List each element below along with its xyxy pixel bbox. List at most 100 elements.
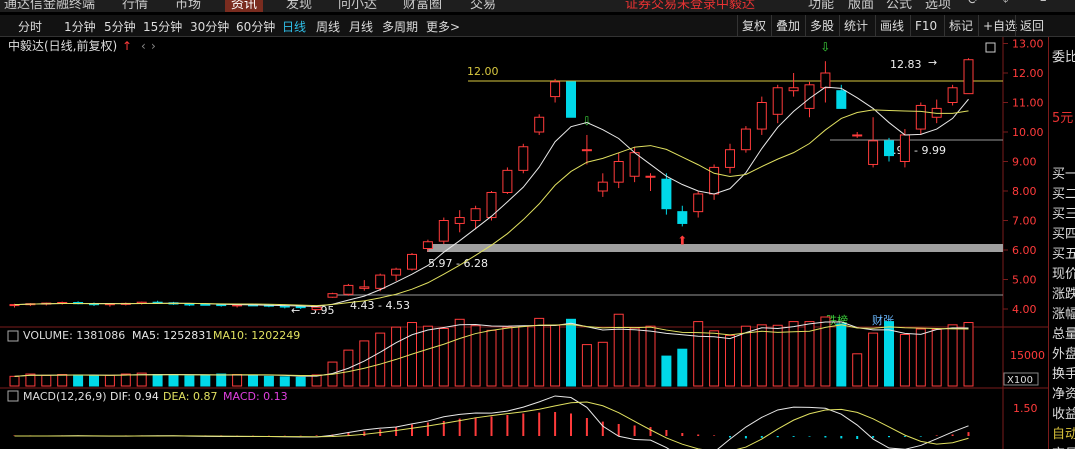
side-label: 现价 [1052, 267, 1075, 282]
candle[interactable] [884, 140, 894, 157]
period-1min[interactable]: 1分钟 [64, 18, 96, 35]
period-30min[interactable]: 30分钟 [190, 18, 229, 35]
candle[interactable] [566, 81, 576, 118]
candle[interactable] [725, 149, 735, 168]
candle[interactable] [200, 303, 211, 306]
candle[interactable] [820, 72, 831, 89]
candle[interactable] [915, 104, 926, 130]
period-more[interactable]: 更多> [426, 18, 460, 35]
chevron-right-icon[interactable]: › [151, 39, 156, 53]
period-60min[interactable]: 60分钟 [236, 18, 275, 35]
pin-icon[interactable]: ⌖ [1002, 0, 1009, 8]
candle[interactable] [677, 211, 688, 224]
candle[interactable] [597, 181, 608, 192]
volume-bar [693, 321, 704, 387]
macd-dea: DEA: 0.87 [163, 390, 217, 403]
gap2-label: 5.97 - 6.28 [428, 257, 488, 270]
candle[interactable] [899, 134, 910, 162]
overlay-button[interactable]: 叠加 [771, 15, 804, 37]
period-weekly[interactable]: 周线 [316, 18, 340, 35]
volume-bar [629, 327, 640, 387]
period-15min[interactable]: 15分钟 [143, 18, 182, 35]
candle[interactable] [454, 217, 465, 224]
gap-band-1 [427, 244, 1003, 252]
candle[interactable] [422, 241, 433, 250]
candle[interactable] [534, 116, 545, 133]
candle[interactable] [391, 268, 402, 276]
menu-trade[interactable]: 交易 [470, 0, 496, 12]
candle[interactable] [502, 169, 513, 193]
period-fenshi[interactable]: 分时 [18, 18, 42, 35]
menu-news[interactable]: 资讯 [225, 0, 264, 12]
volume-bar [709, 330, 720, 387]
side-label: 涨跌 [1052, 287, 1075, 302]
period-monthly[interactable]: 月线 [349, 18, 373, 35]
f10-button[interactable]: F10 [910, 15, 941, 37]
volume-bar [41, 374, 52, 387]
period-daily[interactable]: 日线 [282, 18, 306, 35]
menu-market2[interactable]: 市场 [175, 0, 201, 12]
login-notice[interactable]: 证券交易未登录 [625, 0, 716, 12]
candle[interactable] [852, 134, 863, 137]
candle[interactable] [359, 286, 370, 289]
adjust-button[interactable]: 复权 [737, 15, 770, 37]
volume-bar [184, 375, 195, 387]
candle[interactable] [868, 140, 879, 165]
candle[interactable] [581, 149, 592, 152]
macd-label: MACD(12,26,9) [23, 390, 107, 403]
side-label: 净资 [1052, 387, 1075, 402]
back-button[interactable]: 返回 [1015, 15, 1048, 37]
menu-market[interactable]: 行情 [122, 0, 148, 12]
candle[interactable] [836, 90, 847, 109]
candle[interactable] [740, 128, 751, 151]
period-multi[interactable]: 多周期 [382, 18, 418, 35]
candle[interactable] [772, 87, 783, 115]
candle[interactable] [343, 284, 354, 295]
menu-fortune[interactable]: 财富圈 [403, 0, 442, 12]
volume-bar [661, 355, 672, 387]
candle[interactable] [407, 253, 417, 270]
candle[interactable] [550, 81, 561, 98]
candle[interactable] [788, 87, 799, 92]
refresh-icon[interactable]: ⟳ [968, 0, 979, 8]
candle[interactable] [518, 146, 529, 171]
candle[interactable] [963, 59, 974, 95]
stats-button[interactable]: 统计 [839, 15, 872, 37]
menu-wenxiaoda[interactable]: 问小达 [338, 0, 377, 12]
volume-bar [359, 340, 370, 387]
candle[interactable] [375, 274, 386, 289]
candle[interactable] [645, 175, 656, 178]
mark-button[interactable]: 标记 [944, 15, 977, 37]
menu-discover[interactable]: 发现 [286, 0, 312, 12]
candle[interactable] [295, 306, 306, 309]
chevron-left-icon[interactable]: ‹ [141, 39, 146, 53]
candle[interactable] [613, 161, 624, 183]
volume-bar [9, 375, 20, 387]
candle[interactable] [693, 193, 704, 213]
volume-bar [581, 344, 592, 387]
menu-layout[interactable]: 版面 [848, 0, 874, 12]
kline-chart[interactable]: 中毅达(日线,前复权) ↑ ‹ › 12.00 5.97 - 6.28 4.43… [0, 37, 1048, 449]
candle[interactable] [756, 102, 767, 130]
candle[interactable] [629, 152, 640, 177]
volume-bar [232, 374, 243, 387]
volume-bar [677, 348, 688, 387]
volume-bar [216, 373, 227, 387]
candle[interactable] [327, 293, 338, 298]
candle[interactable] [947, 87, 958, 103]
menu-function[interactable]: 功能 [808, 0, 834, 12]
menu-options[interactable]: 选项 [925, 0, 951, 12]
candle[interactable] [311, 306, 322, 311]
top-menu-bar: 通达信金融终端 行情 市场 资讯 发现 问小达 财富圈 交易 证券交易未登录 中… [0, 0, 1075, 12]
side-label: 5元 [1052, 111, 1074, 126]
period-5min[interactable]: 5分钟 [104, 18, 136, 35]
candle[interactable] [661, 178, 672, 210]
draw-button[interactable]: 画线 [875, 15, 908, 37]
volume-ma5: MA5: 1252831 [132, 329, 212, 342]
multi-stock-button[interactable]: 多股 [805, 15, 838, 37]
candle[interactable] [438, 220, 449, 242]
candle[interactable] [184, 303, 195, 306]
menu-formula[interactable]: 公式 [886, 0, 912, 12]
candle[interactable] [470, 208, 481, 221]
minimize-icon[interactable]: – [1040, 0, 1047, 8]
